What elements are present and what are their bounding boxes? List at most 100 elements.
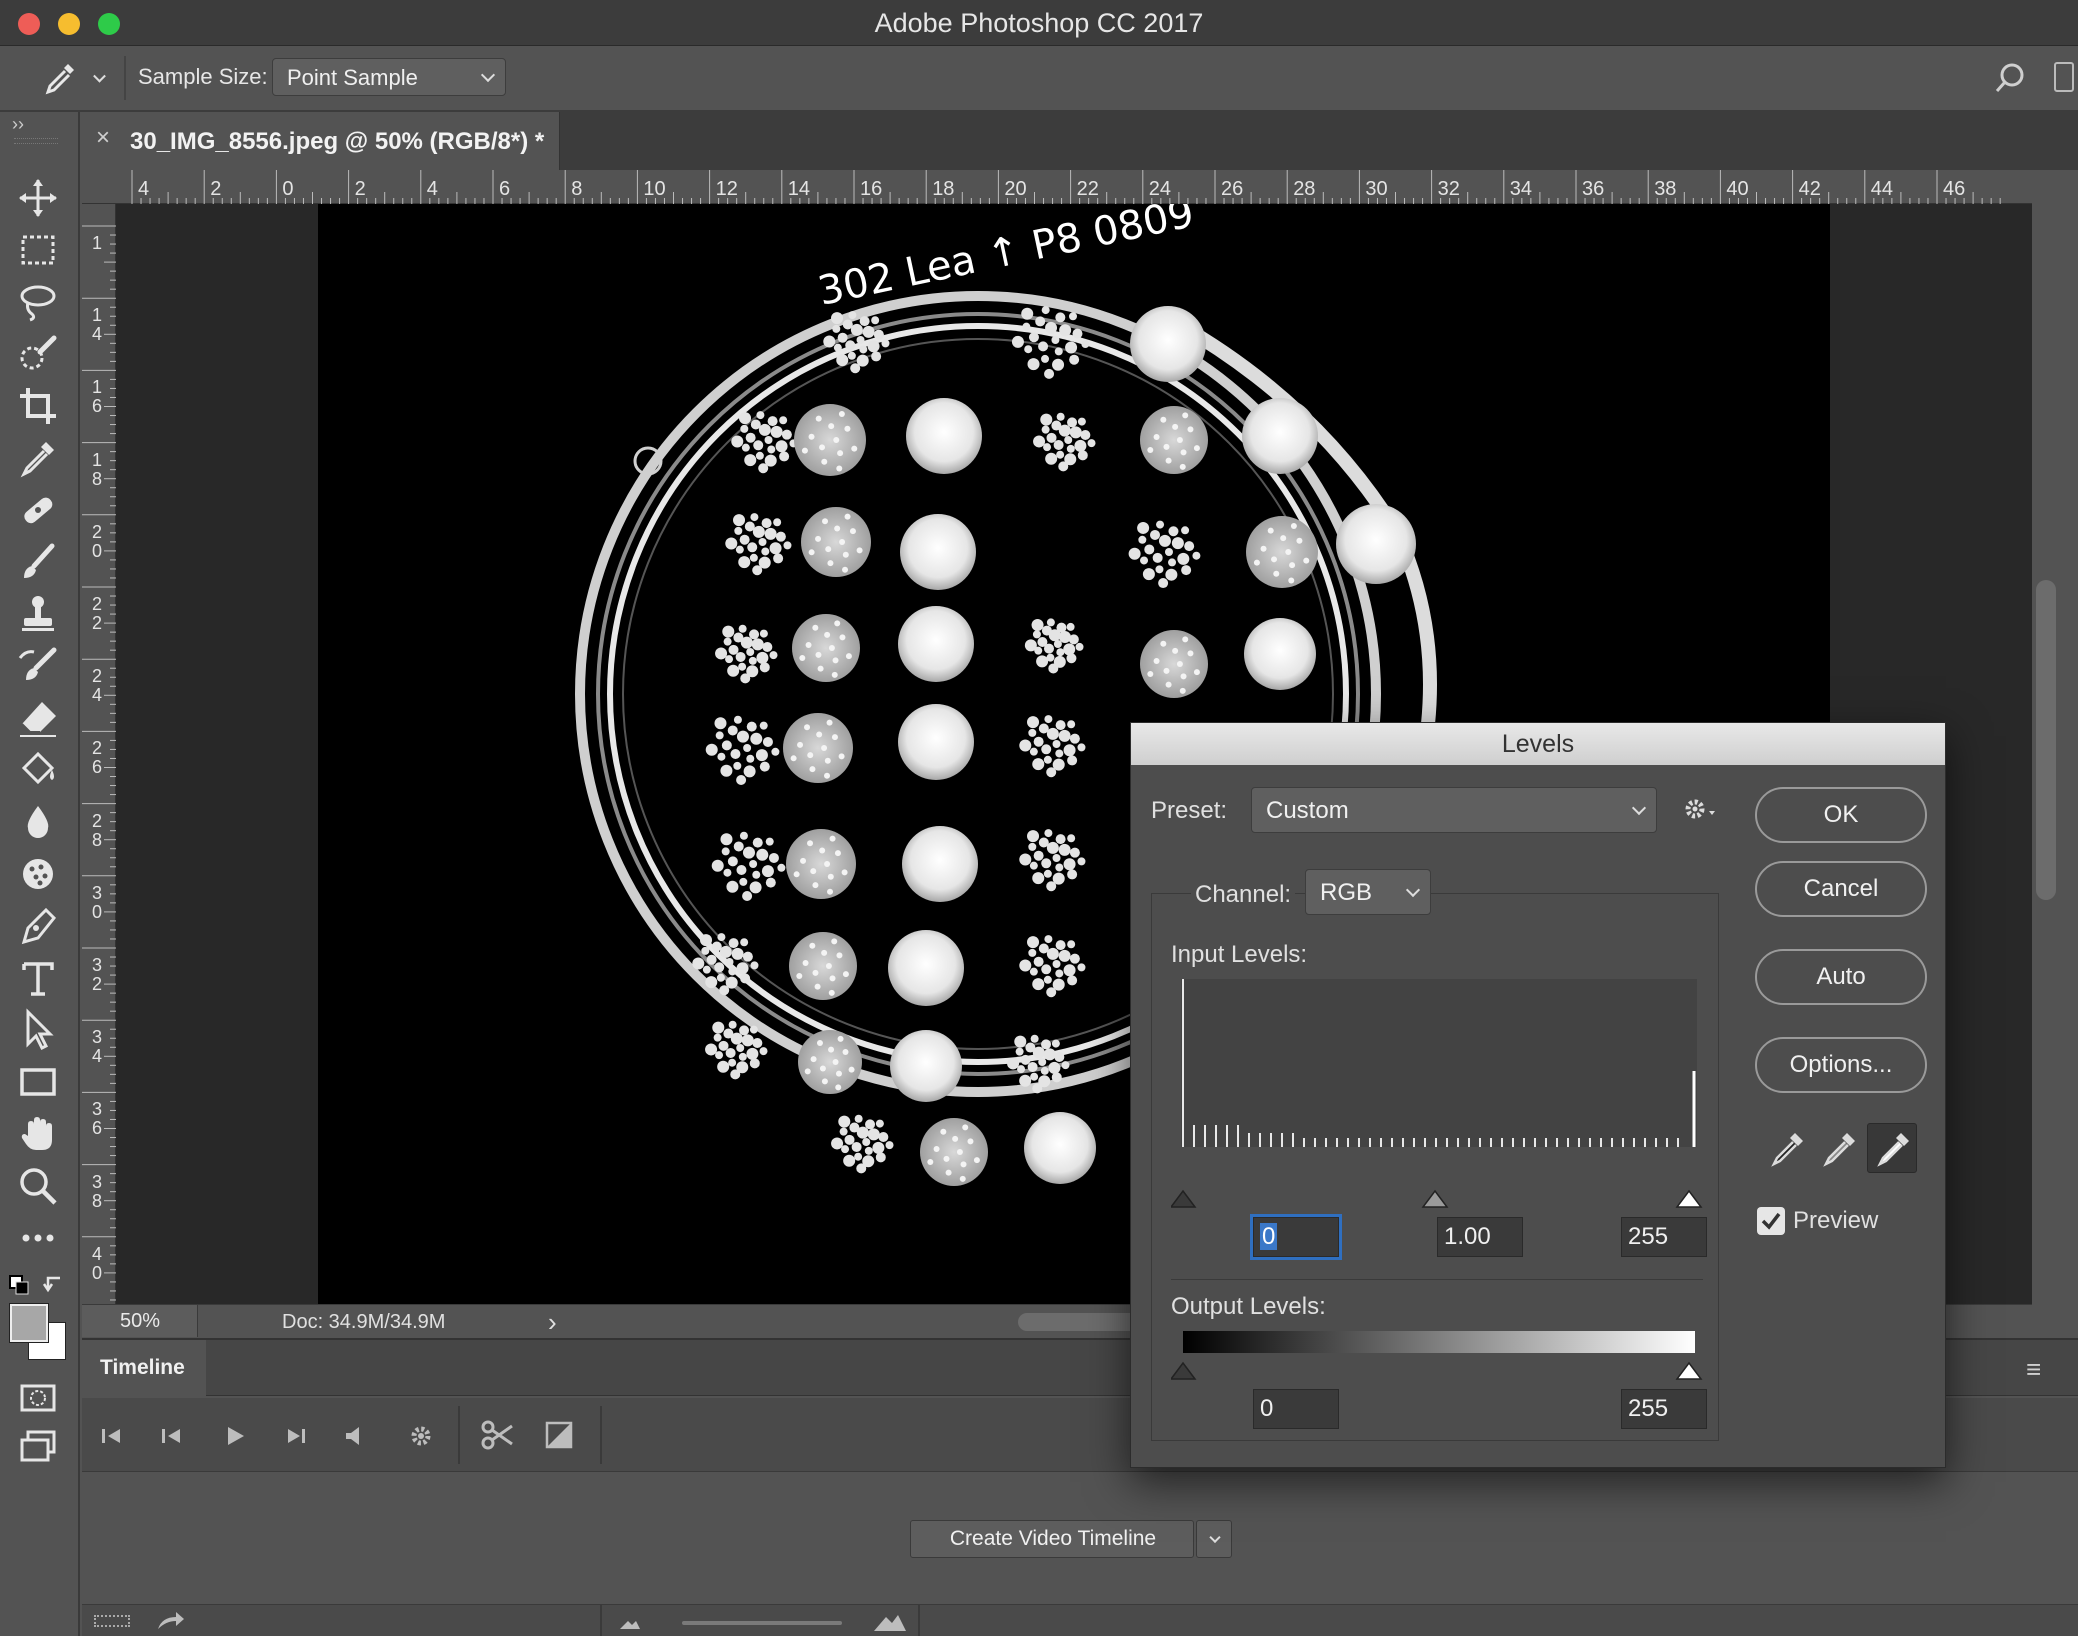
horizontal-ruler[interactable]: 4 2 0 2 4 6 8 10 12 14 16 18 20 22 24 26 28 30 32 34 36 38 40 4… xyxy=(82,170,2032,204)
panel-menu-icon[interactable]: ≡ xyxy=(2026,1354,2041,1385)
screen-mode-icon[interactable] xyxy=(18,1428,58,1464)
document-tab[interactable]: × 30_IMG_8556.jpeg @ 50% (RGB/8*) * xyxy=(82,112,560,170)
black-point-eyedropper-icon[interactable] xyxy=(1765,1127,1809,1171)
input-levels-label: Input Levels: xyxy=(1171,941,1308,968)
vertical-ruler[interactable]: 1141618202224262830323436384042 xyxy=(82,204,116,1355)
frame-animation-icon[interactable] xyxy=(94,1615,130,1627)
ruler-label: 20 xyxy=(1004,178,1027,200)
ruler-label: 14 xyxy=(91,305,102,345)
ruler-label: 38 xyxy=(1654,178,1677,200)
stamp-icon[interactable] xyxy=(16,592,60,636)
preset-options-gear-icon[interactable] xyxy=(1683,797,1719,823)
chevron-down-icon xyxy=(93,69,106,83)
sponge-icon[interactable] xyxy=(16,852,60,896)
paint-bucket-icon[interactable] xyxy=(16,748,60,792)
rectangle-icon[interactable] xyxy=(16,1060,60,1104)
next-frame-icon[interactable] xyxy=(280,1422,310,1450)
horizontal-scroll-thumb[interactable] xyxy=(1018,1313,1148,1331)
default-colors-icon[interactable] xyxy=(8,1272,72,1298)
create-timeline-dropdown[interactable] xyxy=(1196,1520,1232,1558)
input-black-field[interactable]: 0 xyxy=(1250,1214,1342,1260)
ruler-label: 2 xyxy=(210,178,222,200)
ok-button[interactable]: OK xyxy=(1755,787,1927,843)
doc-size: Doc: 34.9M/34.9M xyxy=(282,1311,446,1333)
output-white-field[interactable]: 255 xyxy=(1621,1389,1707,1429)
panel-expand-icon[interactable]: ›› xyxy=(12,114,24,135)
quick-select-icon[interactable] xyxy=(16,332,60,376)
output-black-field[interactable]: 0 xyxy=(1253,1389,1339,1429)
brush-icon[interactable] xyxy=(16,540,60,584)
output-levels-slider[interactable] xyxy=(1171,1355,1707,1385)
blur-icon[interactable] xyxy=(16,800,60,844)
tool-preset-picker[interactable] xyxy=(38,58,110,98)
ruler-label: 14 xyxy=(787,178,811,200)
transition-icon[interactable] xyxy=(544,1420,574,1450)
gray-point-eyedropper-icon[interactable] xyxy=(1817,1127,1861,1171)
ruler-label: 36 xyxy=(91,1099,102,1139)
timeline-tab[interactable]: Timeline xyxy=(82,1340,206,1396)
input-white-field[interactable]: 255 xyxy=(1621,1217,1707,1257)
ruler-label: 32 xyxy=(1437,178,1460,200)
ruler-label: 24 xyxy=(1148,178,1172,200)
input-gamma-field[interactable]: 1.00 xyxy=(1437,1217,1523,1257)
ruler-label: 36 xyxy=(1582,178,1605,200)
channel-value: RGB xyxy=(1320,879,1373,906)
ruler-label: 38 xyxy=(91,1171,102,1211)
zoom-in-mountain-icon[interactable] xyxy=(872,1609,908,1633)
more-icon[interactable] xyxy=(16,1216,60,1260)
foreground-color-swatch[interactable] xyxy=(9,1303,49,1343)
ruler-label: 28 xyxy=(1293,178,1316,200)
first-frame-icon[interactable] xyxy=(98,1422,128,1450)
create-video-timeline-button[interactable]: Create Video Timeline xyxy=(910,1520,1194,1558)
preview-checkbox[interactable] xyxy=(1757,1207,1785,1235)
preview-label: Preview xyxy=(1793,1207,1879,1234)
channel-select[interactable]: RGB xyxy=(1305,869,1431,915)
ruler-label: 10 xyxy=(643,178,666,200)
preset-label: Preset: xyxy=(1151,797,1228,824)
close-tab-icon[interactable]: × xyxy=(96,124,110,152)
search-icon[interactable] xyxy=(1992,60,2028,96)
marquee-icon[interactable] xyxy=(16,228,60,272)
auto-button[interactable]: Auto xyxy=(1755,949,1927,1005)
mute-audio-icon[interactable] xyxy=(340,1422,370,1450)
white-point-eyedropper-button[interactable] xyxy=(1867,1123,1917,1173)
pen-icon[interactable] xyxy=(16,904,60,948)
ruler-label: 18 xyxy=(91,449,102,489)
crop-icon[interactable] xyxy=(16,384,60,428)
ruler-label: 40 xyxy=(1726,178,1749,200)
zoom-out-mountain-icon[interactable] xyxy=(618,1615,642,1631)
ruler-label: 4 xyxy=(426,178,438,200)
path-select-icon[interactable] xyxy=(16,1008,60,1052)
play-icon[interactable] xyxy=(220,1422,250,1450)
eraser-icon[interactable] xyxy=(16,696,60,740)
zoom-level-field[interactable]: 50% xyxy=(82,1305,198,1337)
ruler-label: 28 xyxy=(91,810,102,850)
timeline-zoom-slider[interactable] xyxy=(682,1621,842,1625)
split-scissors-icon[interactable] xyxy=(480,1418,516,1452)
vertical-scroll-thumb[interactable] xyxy=(2036,580,2056,900)
input-black-value: 0 xyxy=(1260,1223,1278,1250)
toolbar-grip[interactable] xyxy=(14,138,58,144)
options-button[interactable]: Options... xyxy=(1755,1037,1927,1093)
ruler-label: 0 xyxy=(282,178,294,200)
zoom-icon[interactable] xyxy=(16,1164,60,1208)
eyedropper-icon[interactable] xyxy=(16,436,60,480)
output-white-handle xyxy=(1675,1361,1703,1380)
type-icon[interactable] xyxy=(16,956,60,1000)
previous-frame-icon[interactable] xyxy=(158,1422,188,1450)
cancel-button[interactable]: Cancel xyxy=(1755,861,1927,917)
hand-icon[interactable] xyxy=(16,1112,60,1156)
sample-size-select[interactable]: Point Sample xyxy=(272,58,506,96)
workspace-icon[interactable] xyxy=(2054,62,2074,92)
quick-mask-icon[interactable] xyxy=(18,1380,58,1416)
render-arrow-icon[interactable] xyxy=(154,1609,186,1633)
input-levels-slider[interactable] xyxy=(1171,1183,1707,1213)
settings-gear-icon[interactable] xyxy=(406,1422,436,1450)
history-brush-icon[interactable] xyxy=(16,644,60,688)
move-icon[interactable] xyxy=(16,176,60,220)
ruler-label: 4 xyxy=(138,178,150,200)
preset-select[interactable]: Custom xyxy=(1251,787,1657,833)
lasso-icon[interactable] xyxy=(16,280,60,324)
healing-icon[interactable] xyxy=(16,488,60,532)
status-menu-arrow[interactable]: › xyxy=(548,1307,557,1338)
